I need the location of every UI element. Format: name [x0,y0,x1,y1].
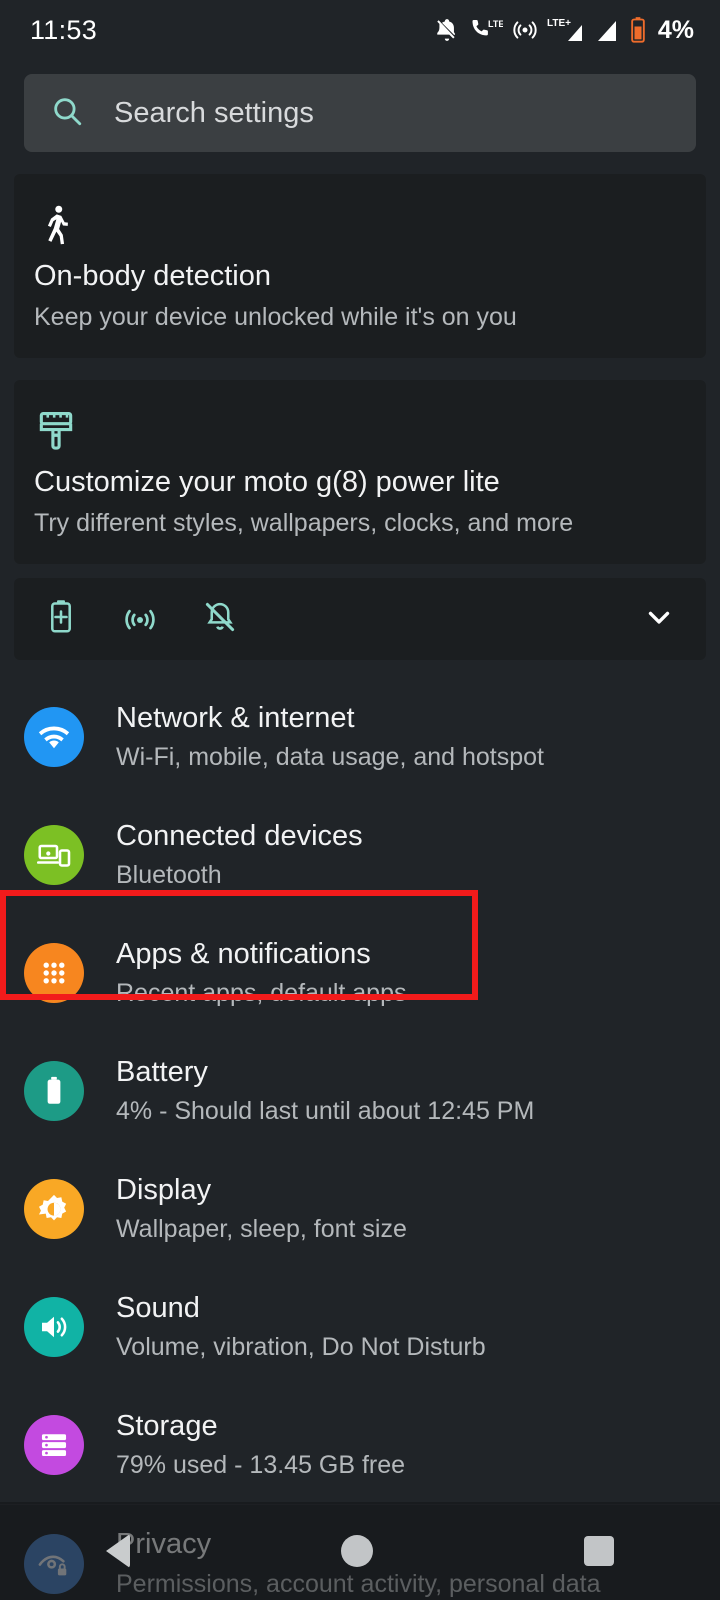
settings-item-title: Battery [116,1055,208,1088]
settings-screen: 11:53 LTE LTE+ 4% Search settings On-bod… [0,0,720,1600]
suggestion-subtitle: Try different styles, wallpapers, clocks… [34,509,574,537]
home-icon[interactable] [340,1535,373,1567]
settings-item-subtitle: 79% used - 13.45 GB free [116,1451,406,1480]
volume-icon [24,1297,84,1357]
search-input-placeholder[interactable]: Search settings [114,97,314,130]
connected-devices-icon [24,825,84,885]
chevron-down-icon[interactable] [642,600,676,639]
settings-item-display[interactable]: Display Wallpaper, sleep, font size [0,1150,720,1268]
suggestion-title: On-body detection [34,260,271,292]
paintbrush-icon [34,406,686,458]
settings-item-sound[interactable]: Sound Volume, vibration, Do Not Disturb [0,1268,720,1386]
search-icon [50,94,84,133]
walking-person-icon [34,200,686,252]
signal-bars-icon [596,17,620,43]
status-bar: 11:53 LTE LTE+ 4% [0,0,720,60]
phone-lte-icon: LTE [469,17,503,43]
settings-item-subtitle: Wallpaper, sleep, font size [116,1215,407,1244]
settings-item-subtitle: Bluetooth [116,861,222,890]
quick-toggle-strip[interactable] [14,578,706,660]
svg-text:LTE: LTE [488,19,503,29]
back-icon[interactable] [105,1534,130,1568]
settings-item-battery[interactable]: Battery 4% - Should last until about 12:… [0,1032,720,1150]
storage-icon [24,1415,84,1475]
settings-item-network-internet[interactable]: Network & internet Wi-Fi, mobile, data u… [0,678,720,796]
brightness-icon [24,1179,84,1239]
recents-icon[interactable] [584,1536,615,1566]
hotspot-icon[interactable] [122,599,158,640]
settings-list: Network & internet Wi-Fi, mobile, data u… [0,678,720,1600]
lte-plus-signal-icon: LTE+ [547,16,587,44]
settings-item-title: Storage [116,1409,218,1442]
apps-grid-icon [24,943,84,1003]
settings-item-apps-notifications[interactable]: Apps & notifications Recent apps, defaul… [0,914,720,1032]
wifi-icon [24,707,84,767]
suggestion-title: Customize your moto g(8) power lite [34,466,500,498]
battery-percent-label: 4% [657,15,694,44]
navigation-bar [0,1502,720,1600]
settings-item-subtitle: Volume, vibration, Do Not Disturb [116,1333,486,1362]
bell-off-icon[interactable] [202,599,238,640]
status-icons: LTE LTE+ 4% [434,16,694,45]
bell-off-icon [434,17,460,43]
settings-item-title: Apps & notifications [116,937,371,970]
svg-text:LTE+: LTE+ [547,18,571,29]
settings-item-title: Connected devices [116,819,363,852]
suggestion-card-on-body-detection[interactable]: On-body detection Keep your device unloc… [14,174,706,358]
battery-saver-icon[interactable] [44,598,78,641]
settings-item-title: Display [116,1173,212,1206]
suggestion-subtitle: Keep your device unlocked while it's on … [34,303,517,331]
settings-item-connected-devices[interactable]: Connected devices Bluetooth [0,796,720,914]
battery-low-icon [629,16,647,44]
battery-icon [24,1061,84,1121]
status-clock: 11:53 [30,14,98,45]
settings-item-title: Sound [116,1291,200,1324]
settings-item-subtitle: 4% - Should last until about 12:45 PM [116,1097,535,1126]
settings-item-subtitle: Wi-Fi, mobile, data usage, and hotspot [116,743,545,772]
settings-item-title: Network & internet [116,701,355,734]
hotspot-icon [512,17,538,43]
suggestion-card-customize-device[interactable]: Customize your moto g(8) power lite Try … [14,380,706,564]
settings-item-storage[interactable]: Storage 79% used - 13.45 GB free [0,1386,720,1504]
search-bar[interactable]: Search settings [24,74,696,152]
settings-item-subtitle: Recent apps, default apps [116,979,407,1008]
